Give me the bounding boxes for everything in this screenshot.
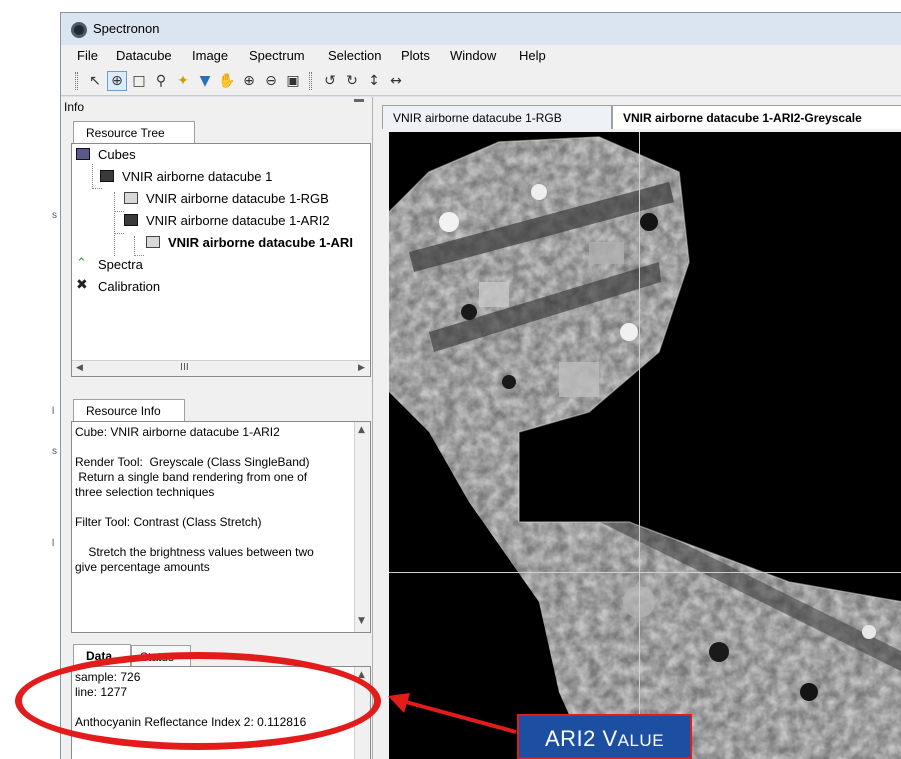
- rotate-left-icon[interactable]: ↺: [320, 71, 340, 91]
- tab-data[interactable]: Data: [73, 644, 131, 666]
- toolbar-grip[interactable]: [309, 72, 312, 90]
- tree-item-label: VNIR airborne datacube 1: [122, 169, 273, 184]
- zoom-out-icon[interactable]: ⊖: [261, 71, 281, 91]
- magic-wand-icon[interactable]: ✦: [173, 71, 193, 91]
- image-icon: [124, 192, 138, 204]
- info-pane-title: Info: [64, 100, 85, 114]
- rotate-right-icon[interactable]: ↻: [342, 71, 362, 91]
- rectangle-select-icon[interactable]: □: [129, 71, 149, 91]
- tab-status[interactable]: Status: [131, 645, 191, 666]
- resource-tree-panel: Cubes VNIR airborne datacube 1 VNIR airb…: [71, 143, 371, 377]
- toolbar-grip[interactable]: [75, 72, 78, 90]
- scroll-up-icon[interactable]: ▲: [358, 670, 365, 680]
- pan-hand-icon[interactable]: ✋: [217, 71, 237, 91]
- aerial-greyscale-image: [389, 136, 901, 759]
- menu-plots[interactable]: Plots: [401, 48, 430, 63]
- image-icon: [146, 236, 160, 248]
- tree-item-label: VNIR airborne datacube 1-RGB: [146, 191, 329, 206]
- horizontal-scrollbar[interactable]: ◀ III ▶: [72, 360, 370, 376]
- select-arrow-icon[interactable]: ↖: [85, 71, 105, 91]
- menu-spectrum[interactable]: Spectrum: [249, 48, 305, 63]
- image-view-pane: VNIR airborne datacube 1-RGB VNIR airbor…: [372, 97, 901, 759]
- data-panel: sample: 726 line: 1277 Anthocyanin Refle…: [71, 666, 371, 759]
- crosshair-horizontal-line: [389, 572, 901, 573]
- tree-item-label: VNIR airborne datacube 1-ARI2: [146, 213, 330, 228]
- tab-resource-tree[interactable]: Resource Tree: [73, 121, 195, 143]
- tree-item-label: VNIR airborne datacube 1-ARI: [168, 235, 353, 250]
- callout-arrow: [388, 693, 517, 734]
- flip-horizontal-icon[interactable]: ↔: [386, 71, 406, 91]
- undock-icon[interactable]: [354, 99, 364, 102]
- tree-item-label: Calibration: [98, 279, 161, 294]
- info-pane: Info Resource Tree Cubes VNIR airborne d…: [61, 97, 372, 759]
- callout-text: ARI2 V: [544, 726, 618, 751]
- cube-icon: [100, 170, 114, 182]
- crosshair-icon[interactable]: ⊕: [107, 71, 127, 91]
- scroll-grip[interactable]: III: [180, 362, 189, 373]
- app-window: Spectronon File Datacube Image Spectrum …: [60, 12, 901, 759]
- crosshair-vertical-line: [639, 132, 640, 759]
- menu-help[interactable]: Help: [519, 48, 546, 63]
- lasso-icon[interactable]: ⚲: [151, 71, 171, 91]
- cube-icon: [124, 214, 138, 226]
- cube-icon: [76, 148, 90, 160]
- resource-info-text: Cube: VNIR airborne datacube 1-ARI2 Rend…: [75, 425, 314, 574]
- menu-datacube[interactable]: Datacube: [116, 48, 172, 63]
- menu-bar: File Datacube Image Spectrum Selection P…: [61, 45, 901, 66]
- scroll-left-icon[interactable]: ◀: [76, 363, 83, 373]
- data-readout-text: sample: 726 line: 1277 Anthocyanin Refle…: [75, 670, 307, 729]
- window-title: Spectronon: [93, 21, 160, 36]
- toolbar: ↖ ⊕ □ ⚲ ✦ ▼ ✋ ⊕ ⊖ ▣ ↺ ↻ ↕ ↔: [61, 66, 901, 96]
- greyscale-image-canvas[interactable]: [389, 132, 901, 759]
- menu-file[interactable]: File: [77, 48, 98, 63]
- spectra-icon: ⌃: [76, 255, 87, 270]
- title-bar: Spectronon: [61, 13, 901, 45]
- scroll-down-icon[interactable]: ▼: [358, 616, 365, 626]
- menu-window[interactable]: Window: [450, 48, 496, 63]
- smart-select-icon[interactable]: ▼: [195, 71, 215, 91]
- scroll-right-icon[interactable]: ▶: [358, 363, 365, 373]
- tab-rgb-view[interactable]: VNIR airborne datacube 1-RGB: [382, 105, 612, 129]
- menu-image[interactable]: Image: [192, 48, 228, 63]
- tree-item-label: Cubes: [98, 147, 136, 162]
- scroll-up-icon[interactable]: ▲: [358, 425, 365, 435]
- zoom-fit-icon[interactable]: ▣: [283, 71, 303, 91]
- vertical-scrollbar[interactable]: ▲: [354, 667, 370, 759]
- ari2-value-callout: ARI2 VALUE: [517, 714, 692, 759]
- menu-selection[interactable]: Selection: [328, 48, 381, 63]
- tab-ari2-greyscale-view[interactable]: VNIR airborne datacube 1-ARI2-Greyscale: [612, 105, 901, 129]
- resource-info-panel: Cube: VNIR airborne datacube 1-ARI2 Rend…: [71, 421, 371, 633]
- flip-vertical-icon[interactable]: ↕: [364, 71, 384, 91]
- zoom-in-icon[interactable]: ⊕: [239, 71, 259, 91]
- vertical-scrollbar[interactable]: ▲ ▼: [354, 422, 370, 632]
- tab-resource-info[interactable]: Resource Info: [73, 399, 185, 421]
- calibration-icon: ✖: [76, 276, 88, 292]
- spectronon-app-icon: [71, 22, 87, 38]
- callout-text-smallcaps: ALUE: [617, 731, 665, 750]
- tree-item-label: Spectra: [98, 257, 143, 272]
